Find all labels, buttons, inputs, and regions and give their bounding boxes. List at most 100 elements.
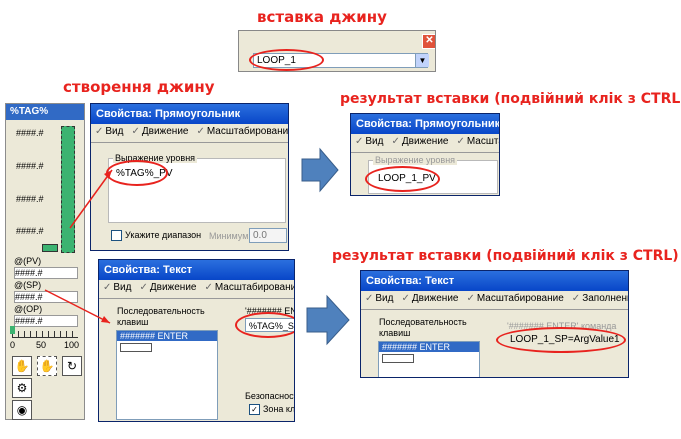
tab-scaling[interactable]: ✓Масшта [452, 134, 499, 149]
check-icon: ✓ [355, 136, 364, 147]
tab-motion[interactable]: ✓ Движение [135, 280, 200, 295]
highlight-circle [249, 49, 324, 71]
pointer-arrow [44, 289, 111, 324]
check-icon: ✓ [249, 404, 260, 416]
dialog-rectangle-title: Свойства: Прямоугольник [91, 104, 288, 124]
bar-label-3: ####.# [16, 194, 44, 204]
check-icon: ✓ [204, 282, 213, 293]
result-rectangle-tabs: ✓Вид✓Движение✓Масшта [351, 134, 499, 153]
bar-handle[interactable] [42, 244, 58, 252]
tab-scaling[interactable]: ✓ Масштабирование [462, 291, 567, 306]
check-icon: ✓ [139, 282, 148, 293]
tab-label: Вид [375, 293, 394, 304]
min-label: Минимум: [209, 231, 251, 241]
list-item[interactable]: ####### ENTER [379, 342, 479, 352]
new-item-field[interactable] [382, 354, 414, 363]
scale-ruler [12, 331, 78, 338]
dialog-rectangle-tabs: ✓ Вид ✓ Движение ✓ Масштабирование [91, 124, 288, 143]
range-checkbox[interactable]: Укажите диапазон [111, 230, 202, 242]
bar-label-4: ####.# [16, 226, 44, 236]
highlight-circle [235, 312, 294, 338]
list-item[interactable]: ####### ENTER [117, 331, 217, 341]
tab-label: Заполнение [582, 293, 628, 304]
dialog-text: Свойства: Текст ✓ Вид ✓ Движение ✓ Масштабиро… [98, 259, 295, 422]
result-text-title: Свойства: Текст [361, 271, 628, 291]
dial-icon[interactable]: ◉ [12, 400, 32, 420]
hand-icon[interactable]: ✋ [37, 356, 57, 376]
tab-view[interactable]: ✓ Вид [91, 124, 127, 139]
check-icon: ✓ [196, 126, 205, 137]
tab-label: Движение [149, 282, 197, 293]
tool-panel-title: %TAG% [6, 104, 84, 120]
security-label: Безопасность [245, 391, 294, 401]
check-icon: ✓ [131, 126, 140, 137]
gear-icon[interactable]: ⚙ [12, 378, 32, 398]
check-icon: ✓ [391, 136, 400, 147]
genie-insert-window: ✕ LOOP_1 ▼ [238, 30, 436, 72]
tab-label: Вид [105, 126, 124, 137]
tab-view[interactable]: ✓ Вид [361, 291, 397, 306]
bar-label-2: ####.# [16, 161, 44, 171]
pointer-arrow [69, 169, 113, 229]
pv-value: ####.# [14, 267, 78, 279]
level-expression-label: Выражение уровня [373, 155, 458, 165]
scale-50: 50 [36, 340, 47, 350]
result-dialog-rectangle: Свойства: Прямоугольник ✓ Вид ✓ Движение ✓ Ма… [350, 113, 500, 196]
tab-motion[interactable]: ✓ Движение [397, 291, 462, 306]
sequence-label: Последовательность клавиш [379, 317, 467, 338]
tool-panel: %TAG% ####.# ####.# ####.# ####.# @(PV) … [5, 103, 85, 420]
check-icon: ✓ [95, 126, 104, 137]
bar-label-1: ####.# [16, 128, 44, 138]
check-icon: ✓ [466, 293, 475, 304]
tab-scaling[interactable]: ✓ Масштабирование [200, 280, 294, 295]
caption-insert-genie: вставка джину [257, 8, 387, 26]
highlight-circle [496, 327, 626, 353]
tab-scaling[interactable]: ✓ Масштабирование [192, 124, 288, 139]
tab-motion[interactable]: ✓ Движение [387, 134, 452, 149]
dialog-text-tabs: ✓ Вид ✓ Движение ✓ Масштабирование [99, 280, 294, 299]
pv-label: @(PV) [14, 256, 42, 266]
caption-result-1: результат вставки (подвійний клік з CTRL… [340, 91, 681, 107]
op-label: @(OP) [14, 304, 43, 314]
dialog-text-title: Свойства: Текст [99, 260, 294, 280]
min-value: 0.0 [253, 230, 267, 241]
checkbox-icon [111, 230, 122, 242]
zone-label: Зона клас [263, 404, 295, 414]
caption-create-genie: створення джину [63, 78, 215, 96]
arrow-right-icon [301, 147, 339, 193]
sp-label: @(SP) [14, 280, 42, 290]
zone-checkbox[interactable]: ✓Зона клас [249, 404, 295, 416]
tab-label: Вид [365, 136, 384, 147]
result-dialog-text: Свойства: Текст ✓ Вид ✓ Движение ✓ Масштабиро… [360, 270, 629, 378]
tab-label: Движение [411, 293, 459, 304]
tab-label: Масштабирование [206, 126, 288, 137]
tab-view[interactable]: ✓ Вид [351, 134, 387, 149]
new-item-field[interactable] [120, 343, 152, 352]
tab-label: Движение [141, 126, 189, 137]
tab-label: Масштабирование [476, 293, 564, 304]
tab-fill[interactable]: ✓Заполнение [568, 291, 628, 306]
check-icon: ✓ [365, 293, 374, 304]
scale-slider[interactable] [10, 326, 15, 334]
tab-label: Масшта [466, 136, 499, 147]
check-icon: ✓ [571, 293, 581, 304]
sequence-list[interactable]: ####### ENTER [116, 330, 218, 420]
sequence-list[interactable]: ####### ENTER [378, 341, 480, 377]
check-icon: ✓ [456, 136, 465, 147]
tab-label: Масштабирование [214, 282, 294, 293]
result-rectangle-title: Свойства: Прямоугольник [351, 114, 499, 134]
chevron-down-icon[interactable]: ▼ [415, 54, 429, 67]
hand-icon[interactable]: ✋ [12, 356, 32, 376]
scale-100: 100 [64, 340, 80, 350]
result-text-tabs: ✓Вид✓Движение✓Масштабирование✓Заполнение [361, 291, 628, 310]
tab-label: Движение [401, 136, 449, 147]
highlight-circle [365, 166, 440, 192]
refresh-icon[interactable]: ↻ [62, 356, 82, 376]
close-icon[interactable]: ✕ [422, 34, 435, 49]
arrow-right-icon [306, 294, 350, 346]
min-field[interactable]: 0.0 [249, 228, 287, 243]
caption-result-2: результат вставки (подвійний клік з CTRL… [332, 248, 679, 264]
tab-motion[interactable]: ✓ Движение [127, 124, 192, 139]
sequence-label: Последовательность клавиш [117, 306, 205, 327]
range-checkbox-label: Укажите диапазон [125, 230, 202, 240]
